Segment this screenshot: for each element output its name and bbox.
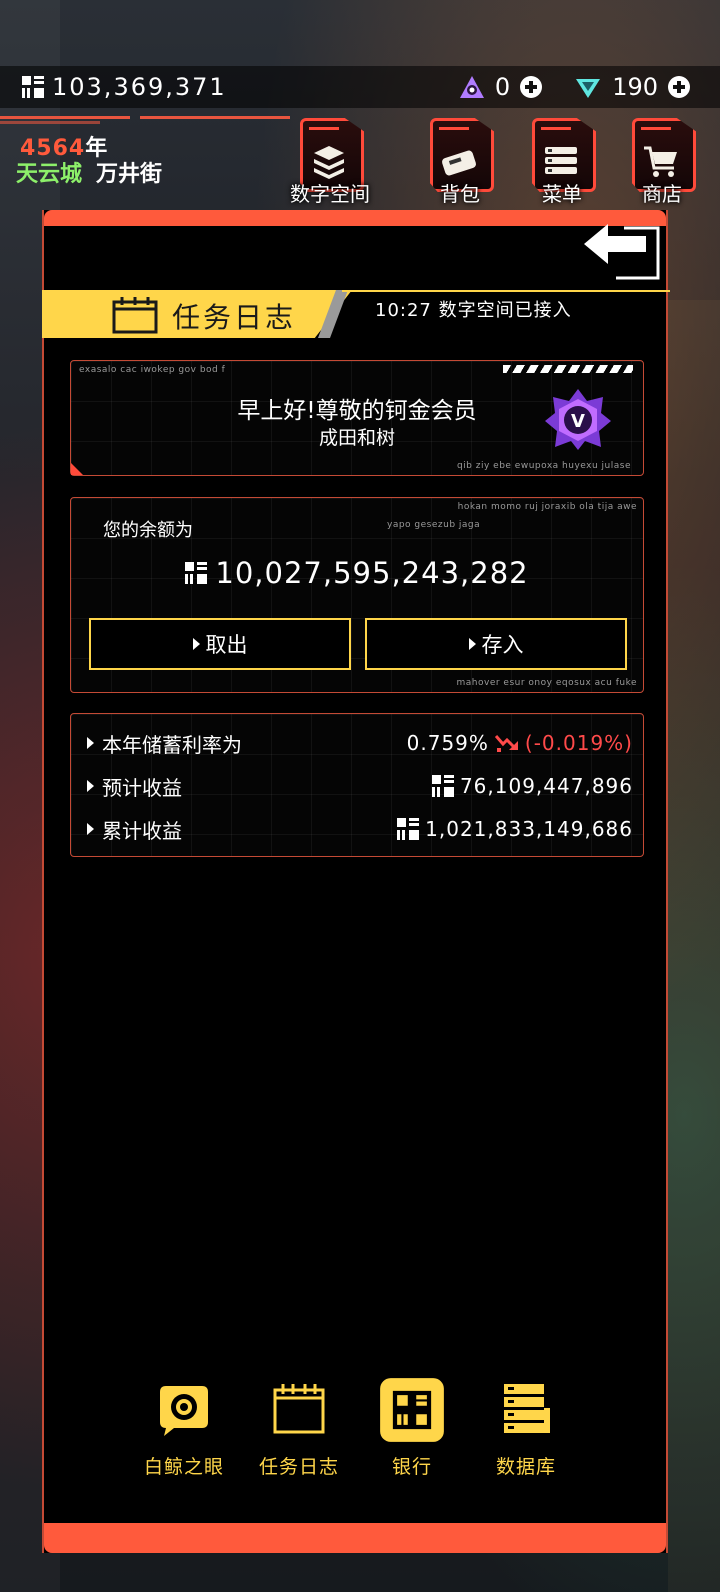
expected-earnings-label: 预计收益 <box>102 775 182 800</box>
menu-icon <box>545 147 577 174</box>
money-value: 103,369,371 <box>52 73 227 101</box>
bottom-nav-task-log[interactable]: 任务日志 <box>249 1378 349 1478</box>
nav-menu[interactable]: 菜单 <box>512 118 612 210</box>
gem-display: 0 190 <box>459 66 690 108</box>
nav-bag[interactable]: 背包 <box>410 118 510 210</box>
nav-label: 银行 <box>391 1456 432 1478</box>
bank-icon <box>380 1378 444 1442</box>
interest-rate-label: 本年储蓄利率为 <box>102 732 242 757</box>
bottom-nav-database[interactable]: 数据库 <box>476 1378 576 1478</box>
svg-text:V: V <box>571 411 585 432</box>
bag-icon <box>442 150 476 176</box>
cyan-gem-icon <box>574 75 602 99</box>
interest-rate-row: 本年储蓄利率为 0.759% (-0.019%) <box>87 728 633 758</box>
balance-card: hokan momo ruj joraxib ola tija awe yapo… <box>70 497 644 693</box>
bullet-arrow-icon <box>87 780 94 792</box>
greeting-card: exasalo cac iwokep gov bod f 早上好!尊敬的钶金会员… <box>70 360 644 476</box>
location-divider <box>0 116 290 124</box>
withdraw-button[interactable]: 取出 <box>89 618 351 670</box>
background-building <box>668 300 720 1592</box>
nav-label: 白鲸之眼 <box>143 1456 224 1478</box>
nav-shop[interactable]: 商店 <box>612 118 712 210</box>
currency-icon <box>22 76 44 98</box>
bullet-arrow-icon <box>87 823 94 835</box>
balance-value: 10,027,595,243,282 <box>215 556 529 590</box>
bullet-arrow-icon <box>87 737 94 749</box>
trend-down-icon <box>494 735 518 752</box>
nav-label: 数据库 <box>495 1456 556 1478</box>
deco-stripes <box>503 365 633 373</box>
layers-icon <box>314 146 344 179</box>
cyan-gem-count: 190 <box>612 73 658 101</box>
balance-amount: 10,027,595,243,282 <box>71 556 643 590</box>
title-bar-line <box>342 290 670 292</box>
calendar-icon <box>112 297 158 334</box>
city-name: 天云城 <box>16 162 83 187</box>
location-label: 天云城 万井街 <box>16 156 162 188</box>
calendar-icon <box>273 1384 325 1434</box>
currency-icon <box>185 562 208 584</box>
nav-digital-space[interactable]: 数字空间 <box>280 118 380 210</box>
expected-earnings-row: 预计收益 76,109,447,896 <box>87 771 633 801</box>
eye-icon <box>160 1386 208 1436</box>
money-display: 103,369,371 <box>22 66 227 108</box>
deco-text: yapo gesezub jaga <box>387 520 481 530</box>
expected-earnings-value: 76,109,447,896 <box>459 774 633 798</box>
bottom-nav-whale-eye[interactable]: 白鲸之眼 <box>134 1378 234 1478</box>
vip-badge-icon: V <box>545 389 611 450</box>
page-title: 任务日志 <box>172 301 297 334</box>
add-purple-gem-button[interactable] <box>520 76 543 98</box>
nav-label: 背包 <box>440 182 480 206</box>
balance-label: 您的余额为 <box>103 520 193 541</box>
interest-card: 本年储蓄利率为 0.759% (-0.019%) 预计收益 76,109,447… <box>70 713 644 857</box>
deco-corner <box>71 463 83 475</box>
nav-label: 数字空间 <box>290 182 370 206</box>
deposit-label: 存入 <box>481 633 524 657</box>
total-earnings-label: 累计收益 <box>102 818 182 843</box>
deco-text: qib ziy ebe ewupoxa huyexu julase <box>456 461 631 471</box>
withdraw-label: 取出 <box>205 633 248 657</box>
deco-text: exasalo cac iwokep gov bod f <box>79 365 226 375</box>
panel-bottom-edge <box>44 1523 666 1553</box>
total-earnings-row: 累计收益 1,021,833,149,686 <box>87 814 633 844</box>
currency-icon <box>431 775 454 797</box>
play-arrow-icon <box>192 638 200 650</box>
street-name: 万井街 <box>96 162 163 187</box>
deco-text: hokan momo ruj joraxib ola tija awe <box>457 502 637 512</box>
section-title-bar: 任务日志 10:27 数字空间已接入 <box>42 290 670 340</box>
nav-label: 任务日志 <box>258 1456 339 1478</box>
bottom-nav-bank[interactable]: 银行 <box>362 1378 462 1478</box>
total-earnings-value: 1,021,833,149,686 <box>425 817 633 841</box>
nav-label: 商店 <box>642 182 682 206</box>
cart-icon <box>644 146 677 177</box>
bank-panel: 任务日志 10:27 数字空间已接入 exasalo cac iwokep go… <box>42 210 670 1553</box>
connection-status: 10:27 数字空间已接入 <box>375 300 572 321</box>
currency-icon <box>397 818 420 840</box>
nav-label: 菜单 <box>542 182 582 206</box>
panel-top-edge <box>44 210 666 226</box>
purple-gem-count: 0 <box>494 73 511 101</box>
deposit-button[interactable]: 存入 <box>365 618 627 670</box>
interest-rate-value: 0.759% <box>406 731 489 755</box>
currency-bar: 103,369,371 0 190 <box>0 66 720 108</box>
interest-rate-change: (-0.019%) <box>524 731 633 755</box>
purple-gem-icon <box>459 75 485 99</box>
database-icon <box>504 1384 550 1433</box>
play-arrow-icon <box>468 638 476 650</box>
back-arrow-icon[interactable] <box>580 218 660 280</box>
add-cyan-gem-button[interactable] <box>668 76 690 98</box>
deco-text: mahover esur onoy eqosux acu fuke <box>456 678 637 688</box>
